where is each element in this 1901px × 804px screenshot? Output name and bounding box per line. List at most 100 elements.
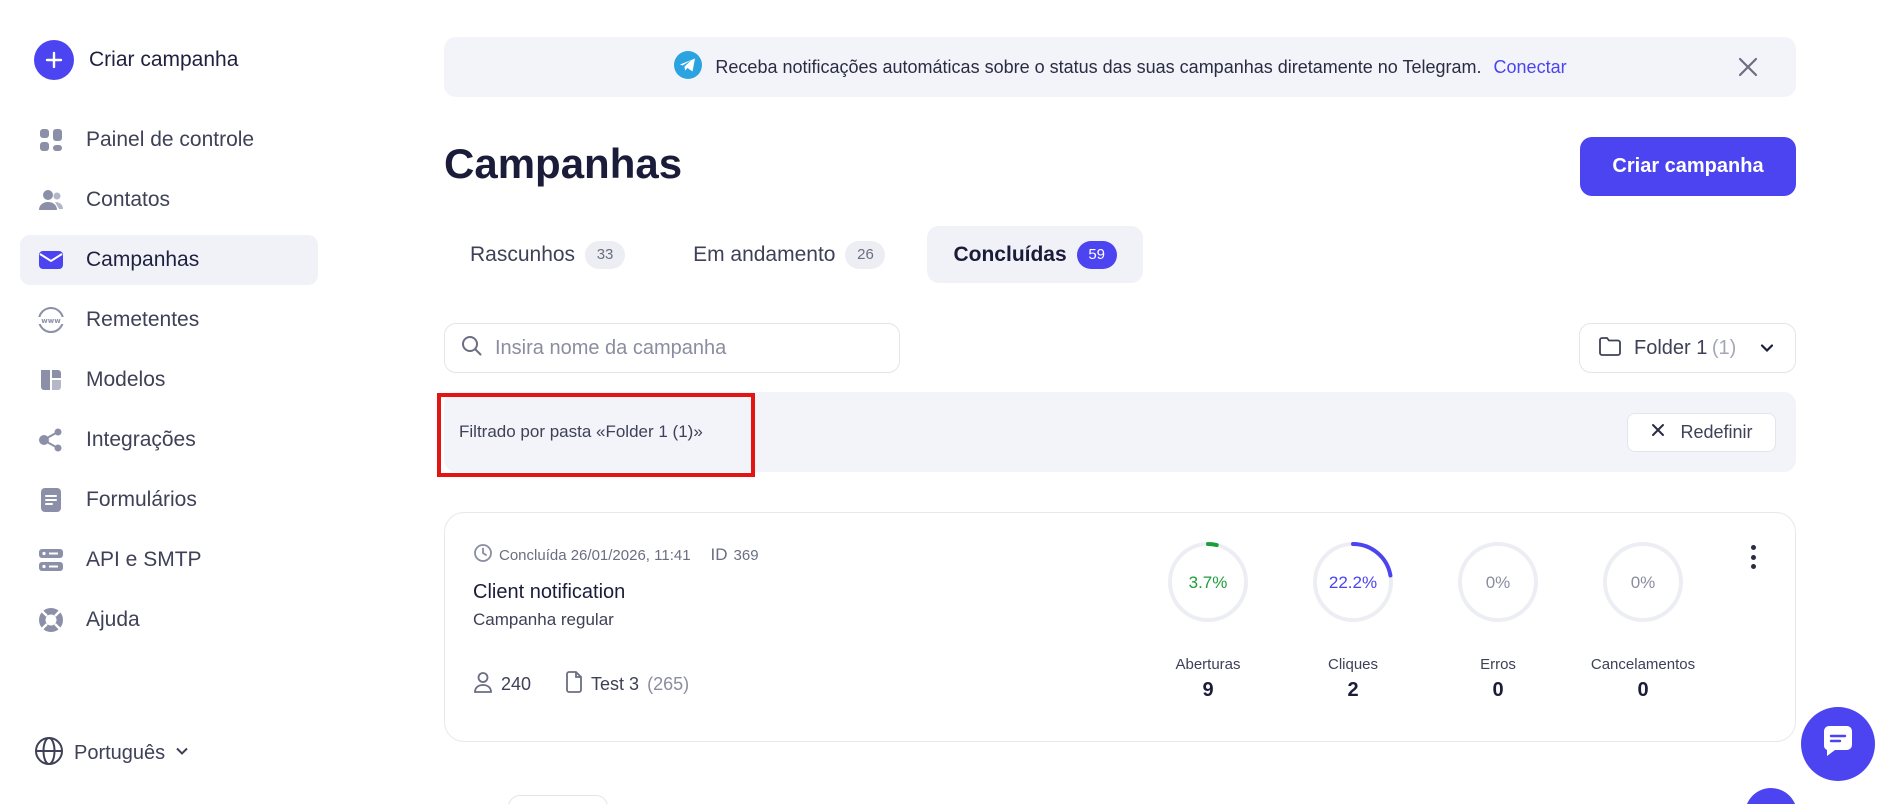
- campaigns-icon: [36, 245, 66, 275]
- tab-count-badge: 33: [585, 240, 626, 269]
- api-icon: [36, 545, 66, 575]
- clock-icon: [473, 543, 493, 567]
- chat-icon: [1819, 723, 1857, 766]
- sidebar-item-label: Integrações: [86, 428, 196, 451]
- campaign-meta: Concluída 26/01/2026, 11:41 ID 369: [473, 543, 759, 567]
- tab-label: Rascunhos: [470, 242, 576, 266]
- create-campaign-button[interactable]: Criar campanha: [1580, 137, 1796, 196]
- campaign-title[interactable]: Client notification: [473, 581, 625, 604]
- banner-text: Receba notificações automáticas sobre o …: [715, 56, 1482, 77]
- telegram-icon: [673, 50, 703, 85]
- svg-text:22.2%: 22.2%: [1329, 573, 1377, 592]
- tab-drafts[interactable]: Rascunhos 33: [444, 226, 651, 283]
- stat-errors: 0% Erros 0: [1438, 540, 1558, 702]
- folder-selector[interactable]: Folder 1 (1): [1579, 323, 1796, 373]
- stat-label: Cliques: [1327, 656, 1379, 673]
- tab-in-progress[interactable]: Em andamento 26: [667, 226, 911, 283]
- sidebar-item-dashboard[interactable]: Painel de controle: [20, 115, 318, 165]
- reset-label: Redefinir: [1680, 422, 1753, 442]
- sidebar-item-templates[interactable]: Modelos: [20, 355, 318, 405]
- sidebar-item-label: Campanhas: [86, 248, 200, 271]
- plus-icon: [34, 40, 74, 80]
- close-icon: [1650, 422, 1666, 443]
- svg-text:www: www: [41, 317, 61, 325]
- sidebar-item-campaigns[interactable]: Campanhas: [20, 235, 318, 285]
- highlight-annotation: [437, 393, 755, 477]
- errors-ring: 0%: [1458, 542, 1538, 622]
- contacts-icon: [36, 185, 66, 215]
- tab-label: Em andamento: [693, 242, 836, 266]
- stat-value: 0: [1637, 679, 1649, 701]
- sidebar-item-senders[interactable]: www Remetentes: [20, 295, 318, 345]
- senders-icon: www: [36, 305, 66, 335]
- sidebar-create-campaign[interactable]: Criar campanha: [34, 40, 238, 80]
- tab-count-badge: 26: [845, 240, 886, 269]
- globe-icon: [34, 736, 64, 771]
- connect-telegram-link[interactable]: Conectar: [1494, 57, 1567, 78]
- opens-ring: 3.7%: [1168, 542, 1248, 622]
- stat-label: Erros: [1480, 656, 1516, 673]
- document-icon: [565, 671, 583, 698]
- id-label: ID: [710, 545, 728, 564]
- chat-support-button[interactable]: [1801, 707, 1875, 781]
- svg-text:3.7%: 3.7%: [1189, 573, 1228, 592]
- sidebar-create-label: Criar campanha: [89, 48, 239, 71]
- stat-clicks: 22.2% Cliques 2: [1293, 540, 1413, 702]
- sidebar-item-label: Ajuda: [86, 608, 140, 631]
- svg-text:0%: 0%: [1631, 573, 1656, 592]
- sidebar-item-integrations[interactable]: Integrações: [20, 415, 318, 465]
- telegram-banner: Receba notificações automáticas sobre o …: [444, 37, 1796, 97]
- stat-value: 2: [1347, 679, 1359, 701]
- campaign-id: ID 369: [711, 545, 759, 565]
- sidebar-item-label: Remetentes: [86, 308, 200, 331]
- id-value: 369: [733, 546, 759, 564]
- stat-label: Aberturas: [1175, 656, 1241, 673]
- list-group: Test 3 (265): [565, 671, 689, 698]
- campaign-tabs: Rascunhos 33 Em andamento 26 Concluídas …: [444, 226, 1143, 283]
- sidebar-item-label: Painel de controle: [86, 128, 255, 151]
- stat-label: Cancelamentos: [1590, 656, 1696, 673]
- stat-value: 0: [1492, 679, 1504, 701]
- page-title: Campanhas: [444, 140, 683, 187]
- pagination-control[interactable]: [508, 795, 608, 804]
- sidebar-nav: Painel de controle Contatos Campanhas ww…: [20, 115, 318, 655]
- sidebar-item-label: Modelos: [86, 368, 166, 391]
- campaign-type: Campanha regular: [473, 610, 614, 629]
- tab-label: Concluídas: [953, 242, 1067, 266]
- search-input[interactable]: [495, 336, 875, 360]
- stat-value: 9: [1202, 679, 1214, 701]
- sidebar-item-label: API e SMTP: [86, 548, 202, 571]
- campaign-search: [444, 323, 900, 373]
- campaign-status: Concluída 26/01/2026, 11:41: [499, 546, 691, 564]
- sidebar-item-label: Formulários: [86, 488, 197, 511]
- recipients-count: 240: [501, 674, 532, 694]
- sidebar-item-forms[interactable]: Formulários: [20, 475, 318, 525]
- campaign-footer: 240 Test 3 (265): [473, 671, 689, 698]
- clicks-ring: 22.2%: [1313, 542, 1393, 622]
- sidebar-item-api-smtp[interactable]: API e SMTP: [20, 535, 318, 585]
- search-icon: [461, 335, 483, 362]
- reset-filter-button[interactable]: Redefinir: [1627, 413, 1776, 452]
- svg-text:0%: 0%: [1486, 573, 1511, 592]
- campaign-card[interactable]: Concluída 26/01/2026, 11:41 ID 369 Clien…: [444, 512, 1796, 742]
- sidebar-item-help[interactable]: Ajuda: [20, 595, 318, 645]
- integrations-icon: [36, 425, 66, 455]
- chevron-down-icon: [175, 744, 189, 763]
- help-icon: [36, 605, 66, 635]
- sidebar-item-contacts[interactable]: Contatos: [20, 175, 318, 225]
- templates-icon: [36, 365, 66, 395]
- unsubscribes-ring: 0%: [1603, 542, 1683, 622]
- more-options-icon[interactable]: [1749, 545, 1757, 569]
- sidebar: Criar campanha Painel de controle Contat…: [0, 0, 340, 804]
- language-label: Português: [74, 742, 166, 764]
- folder-name: Folder 1: [1634, 336, 1708, 359]
- tab-completed[interactable]: Concluídas 59: [927, 226, 1143, 283]
- tab-count-badge: 59: [1076, 240, 1117, 269]
- scroll-top-button[interactable]: [1745, 788, 1797, 804]
- list-name: Test 3: [591, 674, 640, 694]
- close-icon[interactable]: [1736, 55, 1760, 79]
- user-icon: [473, 671, 493, 698]
- list-count: (265): [647, 674, 690, 694]
- language-selector[interactable]: Português: [34, 736, 189, 771]
- forms-icon: [36, 485, 66, 515]
